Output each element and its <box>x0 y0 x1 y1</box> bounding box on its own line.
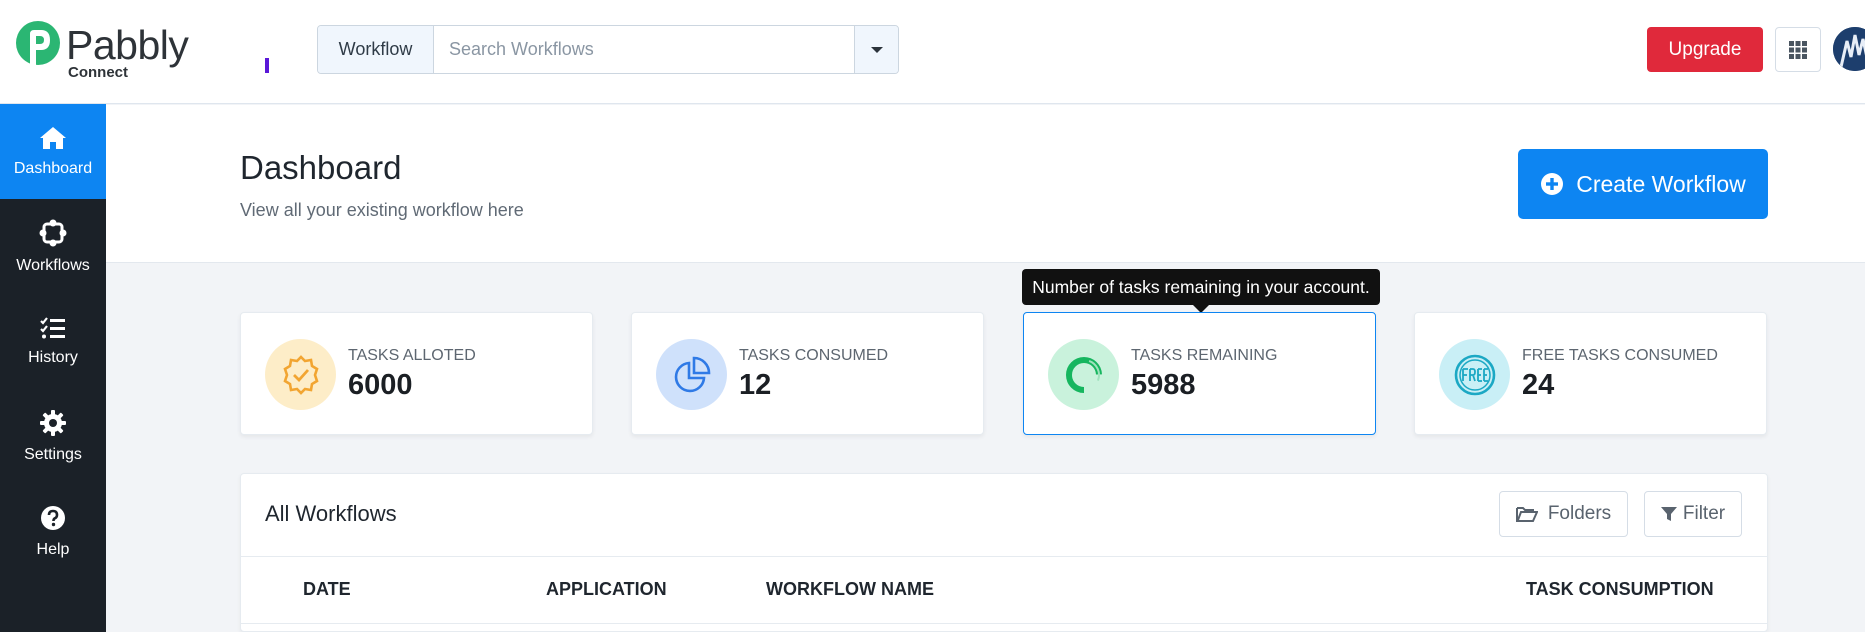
tasks-remaining-tooltip: Number of tasks remaining in your accoun… <box>1022 269 1380 305</box>
sidebar-item-label: Workflows <box>16 256 90 274</box>
help-icon <box>41 505 65 530</box>
column-header-workflow-name[interactable]: WORKFLOW NAME <box>766 579 934 600</box>
stat-card-free-tasks-consumed[interactable]: FREE TASKS CONSUMED 24 <box>1414 312 1767 435</box>
pabbly-logo-icon <box>16 21 60 66</box>
divider <box>241 556 1767 557</box>
filter-icon <box>1660 507 1677 521</box>
user-avatar[interactable] <box>1833 27 1865 71</box>
stat-card-tasks-alloted[interactable]: TASKS ALLOTED 6000 <box>240 312 593 435</box>
search-input[interactable] <box>434 26 854 73</box>
create-workflow-label: Create Workflow <box>1576 170 1746 197</box>
stat-card-tasks-consumed[interactable]: TASKS CONSUMED 12 <box>631 312 984 435</box>
pie-chart-icon <box>656 339 727 410</box>
stat-label: FREE TASKS CONSUMED <box>1522 347 1718 364</box>
search-dropdown-button[interactable] <box>854 26 898 73</box>
column-header-application[interactable]: APPLICATION <box>546 579 667 600</box>
search-scope-label[interactable]: Workflow <box>318 26 434 73</box>
folders-label: Folders <box>1547 503 1612 524</box>
page-title: Dashboard <box>240 149 402 186</box>
divider <box>241 623 1767 624</box>
plus-circle-icon <box>1541 173 1564 195</box>
column-header-task-consumption[interactable]: TASK CONSUMPTION <box>1526 579 1714 600</box>
pabbly-connect-logo[interactable]: Pabbly Connect <box>14 20 204 82</box>
stat-label: TASKS CONSUMED <box>739 347 889 364</box>
stat-value: 5988 <box>1131 369 1196 401</box>
folders-button[interactable]: Folders <box>1499 491 1628 537</box>
sidebar-item-history[interactable]: History <box>0 294 106 389</box>
home-icon <box>40 126 66 149</box>
folder-open-icon <box>1515 506 1538 522</box>
top-header: Pabbly Connect Workflow Upgrade <box>0 0 1865 104</box>
create-workflow-button[interactable]: Create Workflow <box>1518 149 1768 219</box>
filter-button[interactable]: Filter <box>1644 491 1742 537</box>
donut-icon <box>1048 339 1119 410</box>
caret-down-icon <box>870 46 883 53</box>
sidebar-item-label: History <box>28 348 78 366</box>
section-title: All Workflows <box>265 501 397 526</box>
grid-icon <box>1789 40 1807 59</box>
stat-value: 24 <box>1522 369 1555 401</box>
logo-name: Pabbly <box>66 22 189 68</box>
apps-grid-button[interactable] <box>1775 27 1821 72</box>
sidebar-item-settings[interactable]: Settings <box>0 389 106 484</box>
workflows-icon <box>39 219 67 246</box>
badge-check-icon <box>265 339 336 410</box>
logo-subtitle: Connect <box>68 64 128 81</box>
stat-card-tasks-remaining[interactable]: TASKS REMAINING 5988 <box>1023 312 1376 435</box>
gear-icon <box>40 409 66 436</box>
sidebar-item-label: Settings <box>24 445 82 463</box>
history-icon <box>40 316 65 338</box>
sidebar-item-workflows[interactable]: Workflows <box>0 199 106 294</box>
stat-value: 6000 <box>348 369 413 401</box>
page-subtitle: View all your existing workflow here <box>240 200 524 220</box>
text-cursor-mark <box>265 58 269 73</box>
sidebar-item-label: Dashboard <box>13 159 93 177</box>
free-badge-icon <box>1439 339 1510 410</box>
avatar-image-icon <box>1833 27 1865 71</box>
sidebar-item-dashboard[interactable]: Dashboard <box>0 104 106 199</box>
workflow-search: Workflow <box>317 25 899 74</box>
stat-label: TASKS ALLOTED <box>348 347 476 364</box>
upgrade-button[interactable]: Upgrade <box>1647 27 1763 72</box>
sidebar: Dashboard Workflows History Settings Hel… <box>0 104 106 632</box>
filter-label: Filter <box>1682 503 1726 524</box>
page-header: Dashboard View all your existing workflo… <box>106 105 1865 263</box>
sidebar-item-label: Help <box>36 540 70 558</box>
all-workflows-panel: All Workflows Folders Filter DATE APPLIC… <box>240 473 1768 632</box>
stat-label: TASKS REMAINING <box>1131 347 1278 364</box>
column-header-date[interactable]: DATE <box>303 579 351 600</box>
sidebar-item-help[interactable]: Help <box>0 484 106 579</box>
stat-value: 12 <box>739 369 772 401</box>
